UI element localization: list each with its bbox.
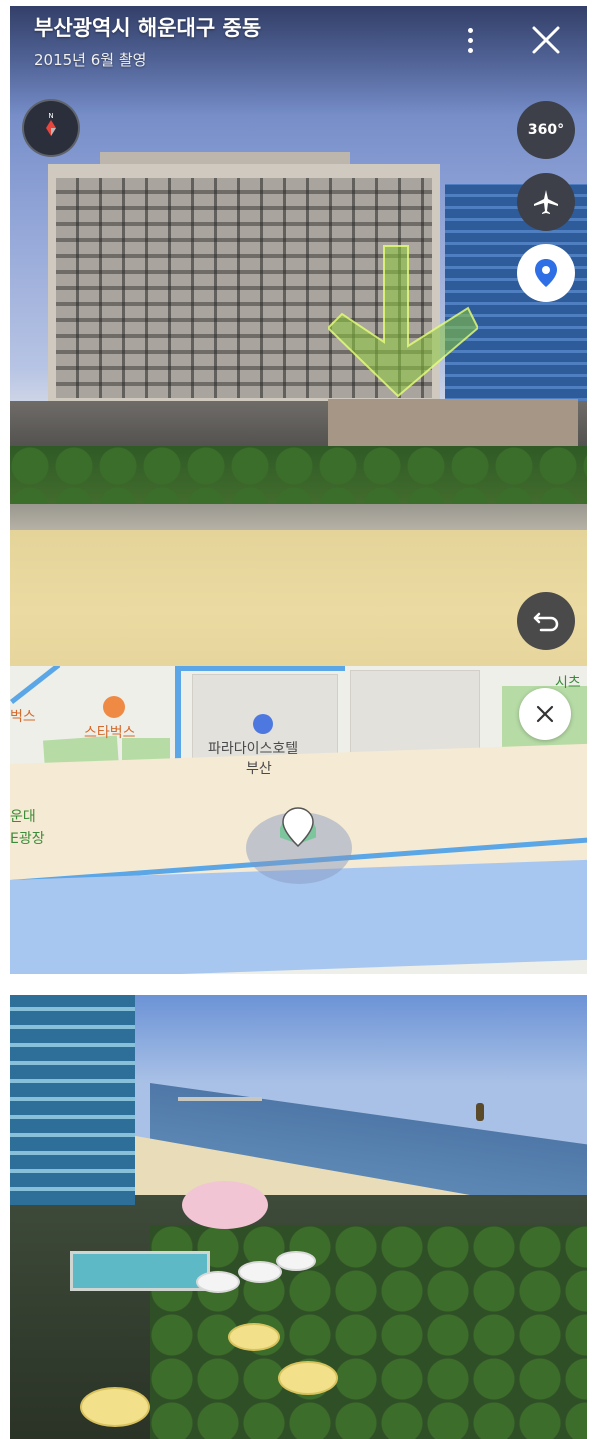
umbrella xyxy=(80,1387,150,1427)
photo-panel[interactable] xyxy=(10,995,587,1439)
capture-date: 2015년 6월 촬영 xyxy=(34,51,147,69)
cafe-icon[interactable] xyxy=(103,696,125,718)
umbrella xyxy=(278,1361,338,1395)
map-label-partial: E광장 xyxy=(10,831,45,847)
mini-map-panel[interactable]: 스타벅스 파라다이스호텔 부산 벅스 운대 E광장 시츠 xyxy=(10,666,587,974)
road xyxy=(175,666,345,671)
umbrella xyxy=(196,1271,240,1293)
garden-trees xyxy=(150,1225,587,1439)
beach-sand xyxy=(10,530,587,666)
compass-icon: N xyxy=(46,112,56,136)
more-vertical-icon[interactable] xyxy=(458,20,482,60)
umbrella xyxy=(228,1323,280,1351)
view-360-button[interactable]: 360° xyxy=(517,101,575,159)
buoy xyxy=(476,1103,484,1121)
map-label-partial: 시츠 xyxy=(555,675,581,691)
close-icon xyxy=(536,705,554,723)
compass-button[interactable]: N xyxy=(22,99,80,157)
street-view-panel[interactable]: 부산광역시 해운대구 중동 2015년 6월 촬영 N 360° xyxy=(10,6,587,666)
360-rotate-icon: 360° xyxy=(527,122,565,138)
location-pin-icon xyxy=(535,259,557,287)
back-arrow-icon xyxy=(533,612,559,632)
tree-row xyxy=(10,446,587,506)
aerial-view-button[interactable] xyxy=(517,173,575,231)
umbrella xyxy=(238,1261,282,1283)
location-button[interactable] xyxy=(517,244,575,302)
beach-wall xyxy=(10,504,587,532)
back-button[interactable] xyxy=(517,592,575,650)
hotel-icon[interactable] xyxy=(253,714,273,734)
svg-text:N: N xyxy=(48,112,53,120)
close-icon[interactable] xyxy=(526,20,566,60)
map-label-hotel[interactable]: 파라다이스호텔 xyxy=(208,738,298,758)
road xyxy=(10,666,61,704)
rooftop-pool xyxy=(70,1251,210,1291)
map-label-partial: 운대 xyxy=(10,809,36,825)
current-position-marker-icon[interactable] xyxy=(280,806,316,850)
pier xyxy=(178,1097,262,1101)
map-label-partial: 벅스 xyxy=(10,709,36,725)
map-close-button[interactable] xyxy=(519,688,571,740)
umbrella xyxy=(276,1251,316,1271)
map-label-starbucks[interactable]: 스타벅스 xyxy=(84,722,136,742)
navigation-arrow-icon[interactable] xyxy=(328,238,478,398)
location-title: 부산광역시 해운대구 중동 xyxy=(34,16,262,40)
glass-tower xyxy=(10,995,135,1205)
map-label-hotel-city[interactable]: 부산 xyxy=(246,758,272,778)
airplane-icon xyxy=(534,190,558,214)
cherry-blossom-tree xyxy=(182,1181,268,1229)
